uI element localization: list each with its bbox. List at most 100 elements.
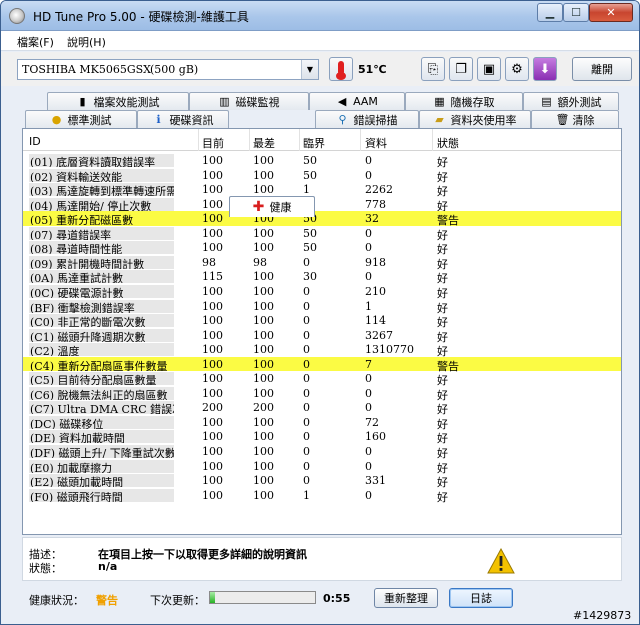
table-row[interactable]: (C7) Ultra DMA CRC 錯誤次數20020000好 [23,400,621,416]
table-row[interactable]: (E0) 加載摩擦力 100 100 0 0 好 [23,459,621,475]
tab-disk-monitor[interactable]: ▥ 磁碟監視 [189,92,309,110]
erase-icon: 🗑 [555,112,570,126]
tab-drive-info[interactable]: ℹ 硬碟資訊 [137,110,229,128]
benchmark-icon: ● [51,112,62,126]
table-row[interactable]: (C5) 目前待分配扇區數量 100 100 0 0 好 [23,371,621,387]
table-row[interactable]: (C4) 重新分配扇區事件數量 100 100 0 7 警告 [23,356,621,373]
drive-name: TOSHIBA MK5065GSX [22,63,151,76]
cell-current: 100 [202,343,223,357]
tab-health[interactable]: ✚ 健康 [229,196,315,217]
window-title: HD Tune Pro 5.00 - 硬碟檢測-維護工具 [33,10,249,24]
table-row[interactable]: (0A) 馬達重試計數 115 100 30 0 好 [23,269,621,285]
footer-bar: 健康狀況： 警告 下次更新： 0:55 重新整理 日誌 [1,583,639,609]
tab-folder-usage[interactable]: ▰ 資料夾使用率 [419,110,531,128]
cell-current: 200 [202,401,223,415]
table-row[interactable]: (03) 馬達旋轉到標準轉速所需時...10010012262好 [23,182,621,198]
table-row[interactable]: (0C) 硬碟電源計數 100 100 0 210 好 [23,284,621,300]
tab-erase[interactable]: 🗑 清除 [531,110,619,128]
cell-current: 100 [202,459,223,473]
table-row[interactable]: (DF) 磁頭上升/ 下降重試次數 100 100 0 0 好 [23,444,621,460]
app-icon [9,8,25,24]
minimize-button[interactable]: ▁ [537,3,563,22]
cell-threshold: 50 [303,168,317,182]
download-icon[interactable]: ⬇ [533,57,557,81]
tab-label: 檔案效能測試 [93,95,160,109]
maximize-button[interactable]: ☐ [563,3,589,22]
cell-id: (0A) 馬達重試計數 [29,270,174,284]
drive-select[interactable]: TOSHIBA MK5065GSX (500 gB) ▼ [17,59,319,80]
cell-current: 100 [202,183,223,197]
cell-current: 100 [202,241,223,255]
toolbar: TOSHIBA MK5065GSX (500 gB) ▼ 51℃ ⎘ ❐ ▣ ⚙… [1,52,639,86]
col-header-status[interactable]: 狀態 [437,135,459,151]
col-header-worst[interactable]: 最差 [253,135,275,151]
col-header-id[interactable]: ID [29,135,41,148]
table-row[interactable]: (F0) 磁頭飛行時間 100 100 1 0 好 [23,488,621,504]
tab-aam[interactable]: ◀ AAM [309,92,405,110]
refresh-button[interactable]: 重新整理 [374,588,438,608]
cell-worst: 100 [253,154,274,167]
cell-threshold: 0 [303,372,310,386]
cell-data: 2262 [365,183,393,197]
tab-benchmark[interactable]: ● 標準測試 [25,110,137,128]
tab-extra-tests[interactable]: ▤ 額外測試 [523,92,619,110]
cell-data: 0 [365,488,372,502]
cell-worst: 100 [253,314,274,328]
close-button[interactable]: ✕ [589,3,633,22]
tab-random-access[interactable]: ▦ 隨機存取 [405,92,523,110]
thermometer-icon[interactable] [329,57,353,81]
table-row[interactable]: (04) 馬達開始/ 停止次數1001000778好 [23,197,621,213]
chevron-down-icon[interactable]: ▼ [301,60,318,79]
cell-threshold: 0 [303,415,310,429]
table-row[interactable]: (DC) 磁碟移位 100 100 0 72 好 [23,415,621,431]
table-row[interactable]: (C6) 脫機無法糾正的扇區數 100 100 0 0 好 [23,386,621,402]
table-row[interactable]: (07) 尋道錯誤率 100 100 50 0 好 [23,226,621,242]
table-row[interactable]: (E2) 磁頭加載時間 100 100 0 331 好 [23,473,621,489]
table-row[interactable]: (05) 重新分配磁區數 100 100 50 32 警告 [23,211,621,227]
copy-text-icon[interactable]: ⎘ [421,57,445,81]
table-row[interactable]: (DE) 資料加載時間 100 100 0 160 好 [23,429,621,445]
tab-file-benchmark[interactable]: ▮ 檔案效能測試 [47,92,189,110]
tab-strip: ▮ 檔案效能測試 ▥ 磁碟監視 ◀ AAM ▦ 隨機存取 ▤ 額外測試 ● 標準… [1,89,639,217]
table-row[interactable]: (BF) 衝擊檢測錯誤率 100 100 0 1 好 [23,299,621,315]
cell-threshold: 0 [303,357,310,371]
table-row[interactable]: (02) 資料輸送效能 100 100 50 0 好 [23,168,621,184]
cell-current: 100 [202,474,223,488]
table-row[interactable]: (08) 尋道時間性能 100 100 50 0 好 [23,240,621,256]
disk-monitor-icon: ▥ [219,94,230,108]
health-status-label: 健康狀況： [29,594,84,607]
log-button[interactable]: 日誌 [449,588,513,608]
col-header-current[interactable]: 目前 [202,135,224,151]
col-header-data[interactable]: 資料 [365,135,387,151]
exit-button[interactable]: 離開 [572,57,632,81]
cell-current: 100 [202,212,223,226]
table-row[interactable]: (01) 底層資料讀取錯誤率 100 100 50 0 好 [23,153,621,169]
copy-all-icon[interactable]: ❐ [449,57,473,81]
table-row[interactable]: (C1) 磁頭升降週期次數 100 100 0 3267 好 [23,328,621,344]
state-text: n/a [98,560,118,573]
table-row[interactable]: (C0) 非正常的斷電次數 100 100 0 114 好 [23,313,621,329]
table-row[interactable]: (09) 累計開機時間計數 98 98 0 918 好 [23,255,621,271]
title-bar[interactable]: HD Tune Pro 5.00 - 硬碟檢測-維護工具 ▁ ☐ ✕ [1,1,639,31]
options-icon[interactable]: ⚙ [505,57,529,81]
extra-tests-icon: ▤ [541,94,552,108]
cell-id: (DC) 磁碟移位 [29,415,174,429]
table-row[interactable]: (C2) 溫度 100 100 0 1310770 好 [23,342,621,358]
smart-table[interactable]: ID 目前 最差 臨界 資料 狀態 (01) 底層資料讀取錯誤率 100 100 50… [23,129,621,534]
description-text: 在項目上按一下以取得更多詳細的說明資訊 [98,548,307,561]
cell-id: (02) 資料輸送效能 [29,168,174,182]
tab-error-scan[interactable]: ⚲ 錯誤掃描 [315,110,419,128]
cell-id: (05) 重新分配磁區數 [29,212,174,226]
col-header-threshold[interactable]: 臨界 [303,135,325,151]
cell-id: (C1) 磁頭升降週期次數 [29,328,174,342]
menu-help[interactable]: 說明(H) [67,34,106,50]
cell-current: 100 [202,328,223,342]
cell-current: 100 [202,386,223,400]
update-progress-bar [209,591,316,604]
cell-id: (E2) 磁頭加載時間 [29,474,174,488]
save-icon[interactable]: ▣ [477,57,501,81]
menu-bar: 檔案(F) 說明(H) [1,31,639,51]
cell-data: 160 [365,430,386,444]
menu-file[interactable]: 檔案(F) [17,34,54,50]
tab-label: 清除 [572,113,595,127]
